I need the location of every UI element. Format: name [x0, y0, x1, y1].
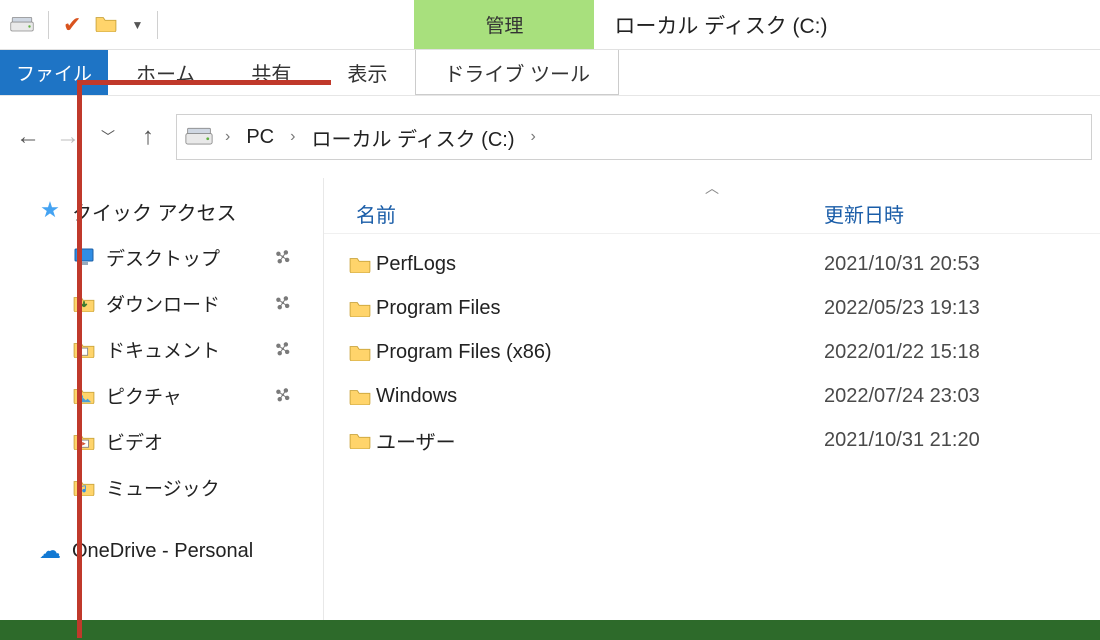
pin-icon: ✣: [269, 288, 297, 318]
chevron-right-icon[interactable]: ›: [221, 128, 234, 146]
breadcrumb-drive[interactable]: ローカル ディスク (C:): [305, 123, 520, 152]
tree-label: ビデオ: [106, 428, 163, 455]
main-area: ★ クイック アクセス デスクトップ ✣ ダウンロード ✣ ドキュメント ✣ ピ…: [0, 178, 1100, 620]
pictures-icon: [72, 384, 96, 406]
tree-label: クイック アクセス: [72, 197, 237, 226]
tree-label: ダウンロード: [106, 290, 220, 317]
tab-file[interactable]: ファイル: [0, 50, 108, 95]
separator: [48, 11, 49, 39]
separator: [157, 11, 158, 39]
file-row[interactable]: Program Files (x86) 2022/01/22 15:18: [324, 330, 1100, 374]
up-button[interactable]: ↑: [128, 123, 168, 151]
file-name: Windows: [376, 385, 824, 408]
recent-locations-button[interactable]: ﹀: [88, 127, 128, 147]
file-name: Program Files: [376, 297, 824, 320]
title-bar: ✔ ▼ 管理 ローカル ディスク (C:): [0, 0, 1100, 50]
tree-label: ミュージック: [106, 474, 220, 501]
tab-share[interactable]: 共有: [223, 50, 319, 95]
file-date: 2022/01/22 15:18: [824, 341, 1100, 364]
tree-onedrive[interactable]: ☁ OneDrive - Personal: [0, 528, 323, 574]
tree-quick-access[interactable]: ★ クイック アクセス: [0, 188, 323, 234]
back-button[interactable]: ←: [8, 123, 48, 151]
chevron-right-icon[interactable]: ›: [527, 128, 540, 146]
properties-icon[interactable]: ✔: [63, 14, 81, 36]
tab-view[interactable]: 表示: [319, 50, 415, 95]
file-row[interactable]: PerfLogs 2021/10/31 20:53: [324, 242, 1100, 286]
tree-pictures[interactable]: ピクチャ ✣: [0, 372, 323, 418]
window-title: ローカル ディスク (C:): [594, 0, 1100, 49]
file-name: ユーザー: [376, 426, 824, 455]
tree-label: ドキュメント: [106, 336, 220, 363]
file-row[interactable]: ユーザー 2021/10/31 21:20: [324, 418, 1100, 462]
pin-icon: ✣: [269, 334, 297, 364]
bottom-bar: [0, 620, 1100, 640]
drive-icon: [183, 126, 215, 148]
desktop-icon: [72, 246, 96, 268]
tab-drive-tools[interactable]: ドライブ ツール: [415, 50, 619, 95]
music-icon: [72, 476, 96, 498]
file-date: 2021/10/31 20:53: [824, 253, 1100, 276]
file-date: 2022/07/24 23:03: [824, 385, 1100, 408]
collapse-chevron-icon[interactable]: ︿: [324, 178, 1100, 194]
pin-icon: ✣: [269, 242, 297, 272]
folder-icon[interactable]: [95, 14, 117, 36]
tree-videos[interactable]: ビデオ: [0, 418, 323, 464]
documents-icon: [72, 338, 96, 360]
folder-icon: [324, 387, 376, 405]
folder-icon: [324, 255, 376, 273]
chevron-right-icon[interactable]: ›: [286, 128, 299, 146]
column-date[interactable]: 更新日時: [824, 199, 1100, 228]
file-row[interactable]: Windows 2022/07/24 23:03: [324, 374, 1100, 418]
file-name: Program Files (x86): [376, 341, 824, 364]
file-name: PerfLogs: [376, 253, 824, 276]
navigation-tree: ★ クイック アクセス デスクトップ ✣ ダウンロード ✣ ドキュメント ✣ ピ…: [0, 178, 324, 620]
tree-label: OneDrive - Personal: [72, 540, 253, 563]
column-headers: 名前 更新日時: [324, 194, 1100, 234]
column-name[interactable]: 名前: [324, 199, 824, 228]
navigation-bar: ← → ﹀ ↑ › PC › ローカル ディスク (C:) ›: [0, 96, 1100, 178]
context-tab-manage[interactable]: 管理: [414, 0, 594, 49]
forward-button[interactable]: →: [48, 123, 88, 151]
tree-desktop[interactable]: デスクトップ ✣: [0, 234, 323, 280]
file-date: 2022/05/23 19:13: [824, 297, 1100, 320]
folder-icon: [324, 299, 376, 317]
cloud-icon: ☁: [38, 540, 62, 562]
file-list: ︿ 名前 更新日時 PerfLogs 2021/10/31 20:53 Prog…: [324, 178, 1100, 620]
breadcrumb-pc[interactable]: PC: [240, 126, 280, 149]
tab-home[interactable]: ホーム: [108, 50, 223, 95]
file-row[interactable]: Program Files 2022/05/23 19:13: [324, 286, 1100, 330]
drive-icon: [10, 14, 34, 36]
ribbon-tabs: ファイル ホーム 共有 表示 ドライブ ツール: [0, 50, 1100, 96]
downloads-icon: [72, 292, 96, 314]
pin-icon: ✣: [269, 380, 297, 410]
videos-icon: [72, 430, 96, 452]
tree-label: デスクトップ: [106, 244, 220, 271]
quick-access-toolbar: ✔ ▼: [0, 0, 168, 49]
tree-documents[interactable]: ドキュメント ✣: [0, 326, 323, 372]
folder-icon: [324, 343, 376, 361]
file-date: 2021/10/31 21:20: [824, 429, 1100, 452]
star-icon: ★: [38, 199, 62, 221]
folder-icon: [324, 431, 376, 449]
tree-downloads[interactable]: ダウンロード ✣: [0, 280, 323, 326]
tree-music[interactable]: ミュージック: [0, 464, 323, 510]
tree-label: ピクチャ: [106, 382, 182, 409]
breadcrumb[interactable]: › PC › ローカル ディスク (C:) ›: [176, 114, 1092, 160]
file-rows: PerfLogs 2021/10/31 20:53 Program Files …: [324, 234, 1100, 462]
qat-dropdown-icon[interactable]: ▼: [131, 18, 143, 32]
